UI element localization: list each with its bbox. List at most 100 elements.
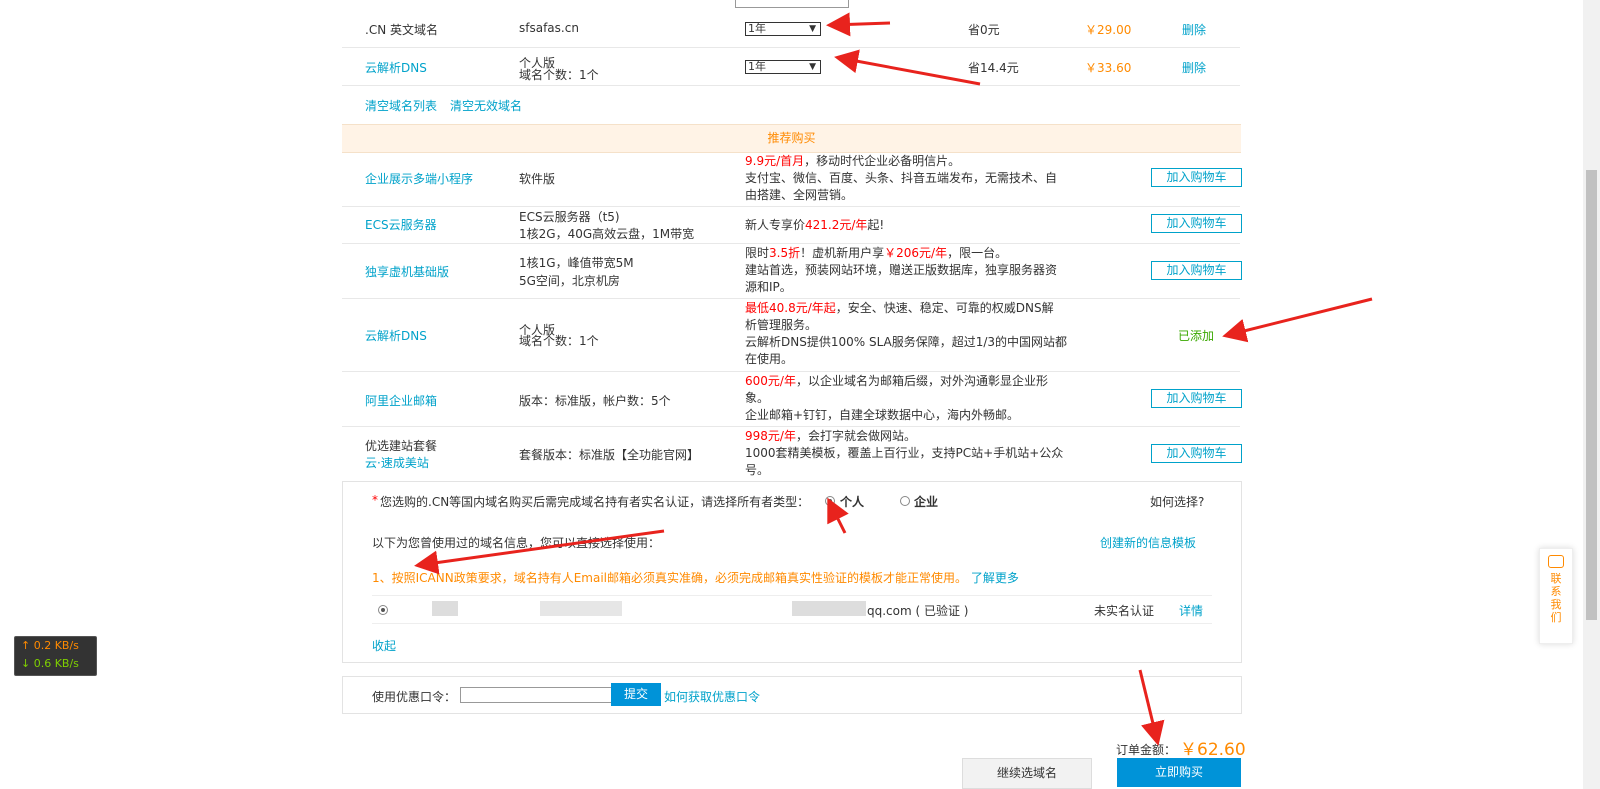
- promo-price: ￥206元/年: [884, 246, 948, 260]
- recommend-item-name[interactable]: ECS云服务器: [365, 216, 437, 233]
- add-to-cart-button[interactable]: 加入购物车: [1151, 261, 1242, 280]
- price-text: ￥29.00: [1085, 23, 1132, 37]
- desc-text: 析管理服务。: [745, 318, 818, 332]
- coupon-help-link[interactable]: 如何获取优惠口令: [664, 688, 760, 705]
- recommend-item-desc: 9.9元/首月，移动时代企业必备明信片。 支付宝、微信、百度、头条、抖音五端发布…: [745, 153, 1070, 204]
- promo-price: 最低40.8元/年起: [745, 301, 836, 315]
- record-radio[interactable]: [378, 605, 388, 615]
- recommend-item-desc: 新人专享价421.2元/年起!: [745, 216, 884, 233]
- desc-text: 云解析DNS提供100% SLA服务保障，超过1/3的中国网站都: [745, 335, 1068, 349]
- how-choose-link[interactable]: 如何选择?: [1150, 493, 1204, 510]
- saving-text: 省14.4元: [968, 61, 1019, 75]
- desc-text: 企业邮箱+钉钉，自建全球数据中心，海内外畅邮。: [745, 408, 1020, 422]
- blurred-contact: [540, 601, 622, 616]
- desc-text: 限时: [745, 246, 770, 260]
- dns-count: 域名个数：1个: [519, 68, 599, 82]
- add-to-cart-button[interactable]: 加入购物车: [1151, 168, 1242, 187]
- blurred-name: [432, 601, 458, 616]
- buy-now-button[interactable]: 立即购买: [1117, 758, 1241, 787]
- desc-text: 起!: [867, 218, 885, 232]
- order-total-value: ￥62.60: [1180, 740, 1246, 760]
- period-select[interactable]: 1年 ▼: [745, 60, 821, 74]
- period-value: 1年: [748, 22, 766, 35]
- add-to-cart-button[interactable]: 加入购物车: [1151, 389, 1242, 408]
- order-total-label: 订单金额：: [1116, 743, 1177, 757]
- recommend-item-name[interactable]: 独享虚机基础版: [365, 263, 449, 280]
- radio-company[interactable]: [900, 496, 910, 506]
- radio-personal-label[interactable]: 个人: [840, 493, 864, 510]
- recommend-title: 推荐购买: [767, 131, 816, 145]
- desc-text: 源和IP。: [745, 280, 792, 294]
- recommend-item-spec: ECS云服务器（t5): [519, 210, 620, 224]
- desc-text: 在使用。: [745, 352, 794, 366]
- arrow-annotation: [826, 12, 891, 37]
- download-speed: ↓ 0.6 KB/s: [21, 657, 79, 670]
- divider: [342, 243, 1240, 244]
- desc-text: ，限一台。: [947, 246, 1008, 260]
- desc-text: 1000套精美模板，覆盖上百行业，支持PC站+手机站+公众: [745, 446, 1064, 460]
- arrow-annotation: [834, 49, 981, 86]
- delete-link[interactable]: 删除: [1182, 59, 1206, 76]
- dns-link[interactable]: 云解析DNS: [365, 59, 427, 76]
- arrow-annotation: [1222, 297, 1373, 343]
- chevron-down-icon: ▼: [809, 24, 816, 34]
- divider: [342, 206, 1240, 207]
- recommend-item-spec: 套餐版本：标准版【全功能官网】: [519, 448, 700, 462]
- record-divider: [372, 623, 1212, 624]
- blurred-email: [792, 601, 866, 616]
- desc-text: 象。: [745, 391, 770, 405]
- clear-list-link[interactable]: 清空域名列表: [365, 97, 437, 114]
- clear-invalid-link[interactable]: 清空无效域名: [450, 97, 522, 114]
- record-email: qq.com ( 已验证 ): [867, 604, 969, 618]
- desc-text: 支付宝、微信、百度、头条、抖音五端发布，无需技术、自: [745, 171, 1058, 185]
- icann-notice-text: 1、按照ICANN政策要求，域名持有人Email邮箱必须真实准确，必须完成邮箱真…: [372, 571, 968, 585]
- desc-text: 号。: [745, 463, 770, 477]
- recommend-item-name[interactable]: 云解析DNS: [365, 327, 427, 344]
- chevron-down-icon: ▼: [809, 62, 816, 72]
- promo-price: 998元/年: [745, 429, 796, 443]
- record-divider: [372, 595, 1212, 596]
- desc-text: ！虚机新用户享: [800, 246, 885, 260]
- partial-select-top[interactable]: [735, 0, 849, 8]
- divider: [342, 426, 1240, 427]
- recommend-item-spec: 域名个数：1个: [519, 334, 599, 348]
- desc-text: ，移动时代企业必备明信片。: [804, 154, 961, 168]
- desc-text: 由搭建、全网营销。: [745, 188, 854, 202]
- record-detail-link[interactable]: 详情: [1179, 602, 1203, 619]
- domain-type: .CN 英文域名: [365, 23, 438, 37]
- promo-price: 9.9元/首月: [745, 154, 805, 168]
- create-template-link[interactable]: 创建新的信息模板: [1100, 534, 1196, 551]
- radio-dot: [828, 499, 832, 503]
- radio-personal[interactable]: [825, 496, 835, 506]
- added-status: 已添加: [1178, 329, 1215, 343]
- recommend-item-link[interactable]: 云·速成美站: [365, 454, 429, 471]
- delete-link[interactable]: 删除: [1182, 21, 1206, 38]
- recommend-item-desc: 998元/年，会打字就会做网站。 1000套精美模板，覆盖上百行业，支持PC站+…: [745, 428, 1070, 479]
- recommend-item-spec: 1核2G，40G高效云盘，1M带宽: [519, 227, 695, 241]
- recommend-item-name[interactable]: 企业展示多端小程序: [365, 170, 473, 187]
- domain-name: sfsafas.cn: [519, 21, 579, 35]
- scrollbar-thumb[interactable]: [1586, 170, 1597, 620]
- add-to-cart-button[interactable]: 加入购物车: [1151, 444, 1242, 463]
- coupon-input[interactable]: [460, 687, 636, 703]
- recommend-item-name[interactable]: 阿里企业邮箱: [365, 392, 437, 409]
- promo-price: 600元/年: [745, 374, 796, 388]
- contact-us-tab[interactable]: 联系我们: [1539, 548, 1573, 644]
- collapse-link[interactable]: 收起: [372, 637, 396, 654]
- coupon-label: 使用优惠口令：: [372, 690, 457, 704]
- divider: [342, 371, 1240, 372]
- divider: [342, 47, 1240, 48]
- divider: [342, 85, 1240, 86]
- add-to-cart-button[interactable]: 加入购物车: [1151, 214, 1242, 233]
- divider: [342, 298, 1240, 299]
- radio-company-label[interactable]: 企业: [914, 493, 938, 510]
- owner-prompt: 您选购的.CN等国内域名购买后需完成域名持有者实名认证，请选择所有者类型：: [380, 495, 810, 509]
- learn-more-link[interactable]: 了解更多: [971, 571, 1019, 585]
- recommend-item-name: 优选建站套餐: [365, 439, 438, 453]
- continue-button[interactable]: 继续选域名: [962, 758, 1092, 789]
- period-select[interactable]: 1年 ▼: [745, 22, 821, 36]
- coupon-submit-button[interactable]: 提交: [611, 683, 661, 706]
- desc-text: ，安全、快速、稳定、可靠的权威DNS解: [835, 301, 1054, 315]
- saving-text: 省0元: [968, 23, 1000, 37]
- page-scrollbar[interactable]: [1583, 0, 1600, 789]
